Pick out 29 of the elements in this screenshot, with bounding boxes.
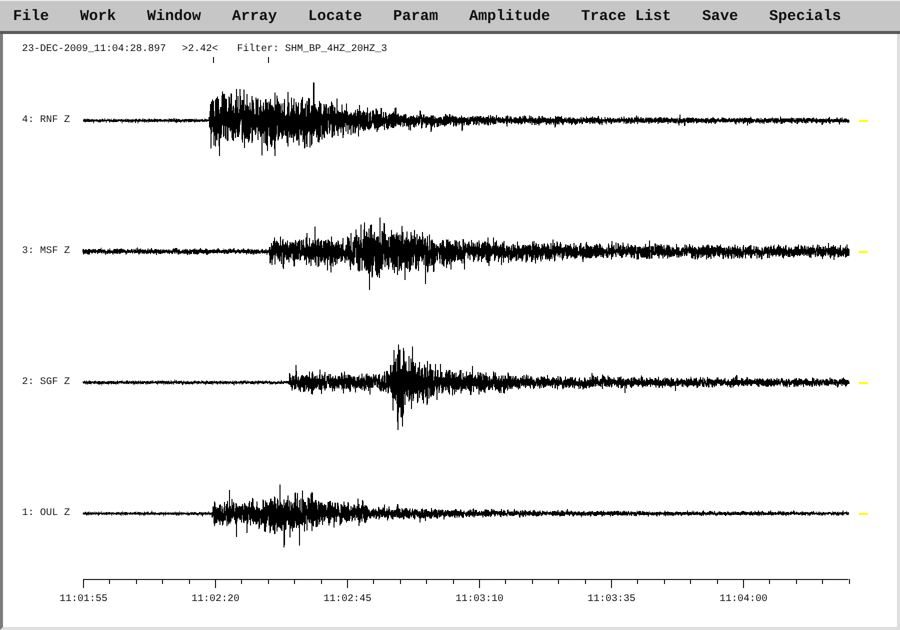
trace-label: 3: MSF Z — [22, 246, 70, 258]
vertical-tick-icon — [268, 57, 270, 63]
trace-label: 1: OUL Z — [22, 508, 70, 520]
menu-item[interactable]: Work — [80, 8, 116, 24]
trace-marker-icon — [859, 512, 868, 514]
time-tick-label: 11:03:35 — [588, 594, 636, 605]
trace-marker-icon — [859, 250, 868, 252]
menu-item[interactable]: Amplitude — [469, 8, 550, 24]
time-tick-label: 11:02:45 — [324, 594, 372, 605]
filter-text: Filter: SHM_BP_4HZ_20HZ_3 — [237, 44, 388, 55]
trace-label: 2: SGF Z — [22, 376, 70, 388]
trace-label: 4: RNF Z — [22, 114, 70, 126]
menu-item[interactable]: Window — [147, 8, 202, 24]
time-tick-label: 11:02:20 — [192, 594, 240, 605]
trace-marker-icon — [859, 382, 868, 384]
menu-item[interactable]: Array — [232, 8, 278, 24]
time-tick-label: 11:01:55 — [60, 594, 108, 605]
time-tick-label: 11:03:10 — [456, 594, 504, 605]
menu-item[interactable]: Specials — [769, 8, 842, 24]
menu-item[interactable]: Param — [393, 8, 438, 24]
trace-marker-icon — [859, 120, 868, 122]
time-tick-label: 11:04:00 — [720, 594, 768, 605]
menu-item[interactable]: File — [13, 8, 50, 24]
amplitude-scale-text: >2.42< — [182, 44, 218, 55]
menu-item[interactable]: Save — [702, 8, 738, 24]
vertical-tick-icon — [213, 57, 214, 63]
menu-item[interactable]: Locate — [308, 8, 362, 24]
menu-item[interactable]: Trace List — [581, 8, 672, 24]
timestamp-text: 23-DEC-2009_11:04:28.897 — [22, 44, 166, 55]
